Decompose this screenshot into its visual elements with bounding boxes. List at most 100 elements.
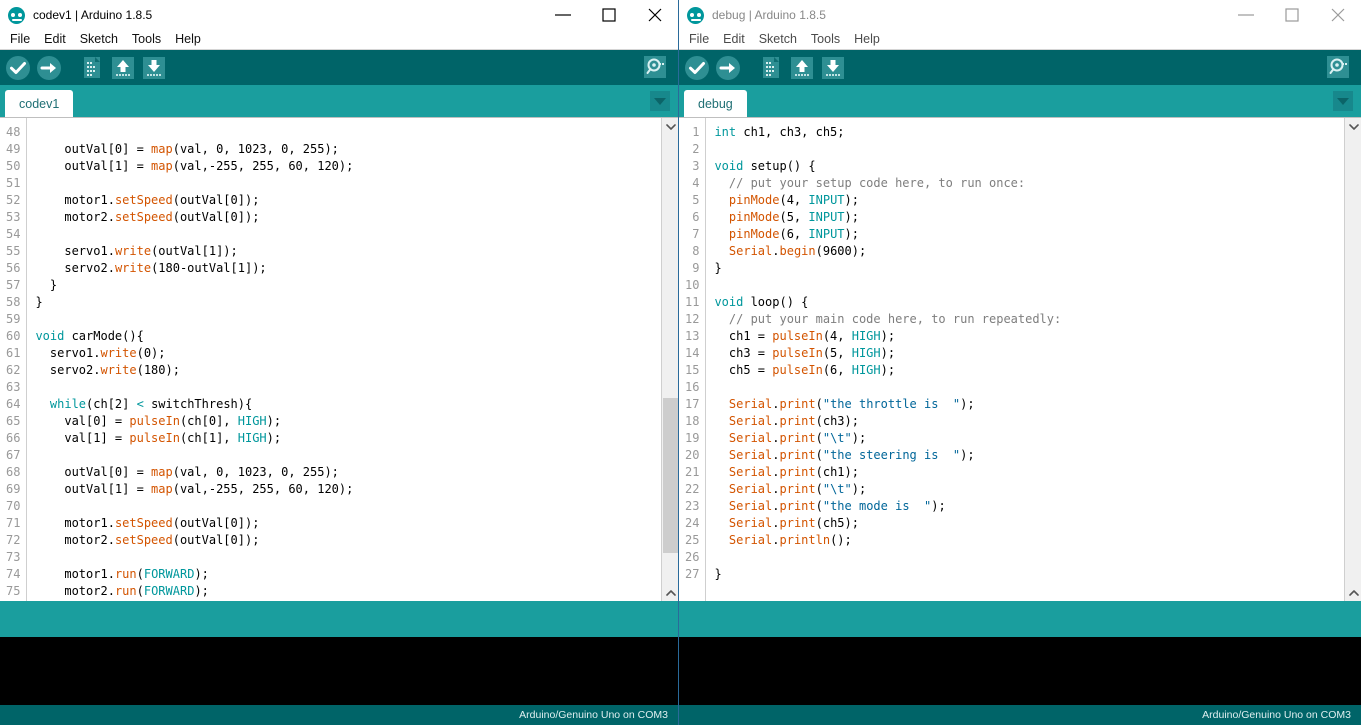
menu-item-help[interactable]: Help — [168, 30, 208, 49]
code-token: ( — [816, 482, 823, 496]
code-token — [714, 193, 728, 207]
close-button[interactable] — [1315, 0, 1361, 30]
upload-button[interactable] — [713, 53, 743, 83]
line-number: 17 — [685, 396, 699, 413]
code-token: outVal[0] = — [35, 465, 151, 479]
code-token: "\t" — [823, 482, 852, 496]
menu-item-tools[interactable]: Tools — [125, 30, 168, 49]
code-line: motor2.setSpeed(outVal[0]); — [35, 532, 661, 549]
verify-button[interactable] — [682, 53, 712, 83]
line-number: 16 — [685, 379, 699, 396]
editor-vertical-scrollbar-right[interactable] — [1344, 118, 1361, 601]
code-content[interactable]: outVal[0] = map(val, 0, 1023, 0, 255); o… — [27, 118, 661, 601]
sketch-tab-debug[interactable]: debug — [684, 90, 747, 117]
menu-item-tools[interactable]: Tools — [804, 30, 847, 49]
code-token — [714, 244, 728, 258]
tab-menu-chevron-down-icon[interactable] — [1333, 91, 1353, 111]
maximize-button[interactable] — [586, 0, 632, 30]
tab-menu-chevron-down-icon[interactable] — [650, 91, 670, 111]
menu-item-sketch[interactable]: Sketch — [73, 30, 125, 49]
code-line: Serial.print("the steering is "); — [714, 447, 1344, 464]
line-number: 22 — [685, 481, 699, 498]
code-line: Serial.print(ch1); — [714, 464, 1344, 481]
code-editor-left[interactable]: 4849505152535455565758596061626364656667… — [0, 118, 661, 601]
menu-item-sketch[interactable]: Sketch — [752, 30, 804, 49]
code-token: ); — [881, 329, 895, 343]
close-button[interactable] — [632, 0, 678, 30]
code-token: motor1. — [35, 567, 114, 581]
upload-button[interactable] — [34, 53, 64, 83]
serial-monitor-button[interactable] — [641, 53, 669, 81]
code-token: ch3 = — [714, 346, 772, 360]
code-token: "the mode is " — [823, 499, 931, 513]
code-token: ); — [194, 584, 208, 598]
code-token: motor2. — [35, 210, 114, 224]
verify-button[interactable] — [3, 53, 33, 83]
open-sketch-button[interactable] — [108, 53, 138, 83]
code-token: (180-outVal[1]); — [151, 261, 267, 275]
code-token: servo2. — [35, 261, 114, 275]
code-token: pulseIn — [129, 414, 180, 428]
code-line: Serial.print(ch5); — [714, 515, 1344, 532]
code-token: ( — [137, 567, 144, 581]
scroll-down-arrow-icon[interactable] — [662, 584, 678, 601]
code-token: servo1. — [35, 346, 100, 360]
code-token: . — [772, 448, 779, 462]
serial-monitor-button[interactable] — [1324, 53, 1352, 81]
editor-vertical-scrollbar-left[interactable] — [661, 118, 678, 601]
save-sketch-button[interactable] — [139, 53, 169, 83]
code-content[interactable]: int ch1, ch3, ch5; void setup() { // put… — [706, 118, 1344, 601]
code-line: val[1] = pulseIn(ch[1], HIGH); — [35, 430, 661, 447]
scrollbar-thumb[interactable] — [663, 398, 678, 553]
line-number: 48 — [6, 124, 20, 141]
menu-item-help[interactable]: Help — [847, 30, 887, 49]
code-token: . — [772, 244, 779, 258]
code-token: INPUT — [808, 210, 844, 224]
code-token: Serial — [729, 482, 772, 496]
line-number: 75 — [6, 583, 20, 600]
code-token: (ch5); — [816, 516, 859, 530]
line-number: 15 — [685, 362, 699, 379]
maximize-button[interactable] — [1269, 0, 1315, 30]
code-token: motor2. — [35, 584, 114, 598]
console-output-right[interactable] — [679, 637, 1361, 705]
arduino-window-debug[interactable]: debug | Arduino 1.8.5FileEditSketchTools… — [679, 0, 1361, 725]
new-sketch-button[interactable] — [756, 53, 786, 83]
sketch-tab-codev1[interactable]: codev1 — [5, 90, 73, 117]
new-sketch-button[interactable] — [77, 53, 107, 83]
scroll-up-arrow-icon[interactable] — [662, 118, 678, 135]
menu-item-edit[interactable]: Edit — [37, 30, 73, 49]
arduino-window-codev1[interactable]: codev1 | Arduino 1.8.5FileEditSketchTool… — [0, 0, 678, 725]
code-token: ); — [852, 482, 866, 496]
console-message-bar-left — [0, 601, 678, 637]
scroll-up-arrow-icon[interactable] — [1345, 118, 1361, 135]
menubar-left: FileEditSketchToolsHelp — [0, 30, 678, 50]
scroll-down-arrow-icon[interactable] — [1345, 584, 1361, 601]
code-token: setSpeed — [115, 210, 173, 224]
code-editor-right[interactable]: 1234567891011121314151617181920212223242… — [679, 118, 1344, 601]
code-token: ch1, ch3, ch5; — [736, 125, 844, 139]
code-line — [714, 141, 1344, 158]
titlebar-left[interactable]: codev1 | Arduino 1.8.5 — [0, 0, 678, 30]
code-token: (val,-255, 255, 60, 120); — [173, 159, 354, 173]
code-token: (5, — [823, 346, 852, 360]
code-token: outVal[1] = — [35, 159, 151, 173]
code-line: servo1.write(outVal[1]); — [35, 243, 661, 260]
code-token: run — [115, 567, 137, 581]
save-sketch-button[interactable] — [818, 53, 848, 83]
console-output-left[interactable] — [0, 637, 678, 705]
open-sketch-button[interactable] — [787, 53, 817, 83]
line-number: 72 — [6, 532, 20, 549]
code-token: carMode(){ — [64, 329, 143, 343]
menu-item-file[interactable]: File — [682, 30, 716, 49]
code-token: pinMode — [729, 210, 780, 224]
code-token: int — [714, 125, 736, 139]
code-line — [35, 447, 661, 464]
minimize-button[interactable] — [540, 0, 586, 30]
menu-item-edit[interactable]: Edit — [716, 30, 752, 49]
menu-item-file[interactable]: File — [3, 30, 37, 49]
code-token: (ch3); — [816, 414, 859, 428]
code-token: switchThresh){ — [144, 397, 252, 411]
titlebar-right[interactable]: debug | Arduino 1.8.5 — [679, 0, 1361, 30]
minimize-button[interactable] — [1223, 0, 1269, 30]
